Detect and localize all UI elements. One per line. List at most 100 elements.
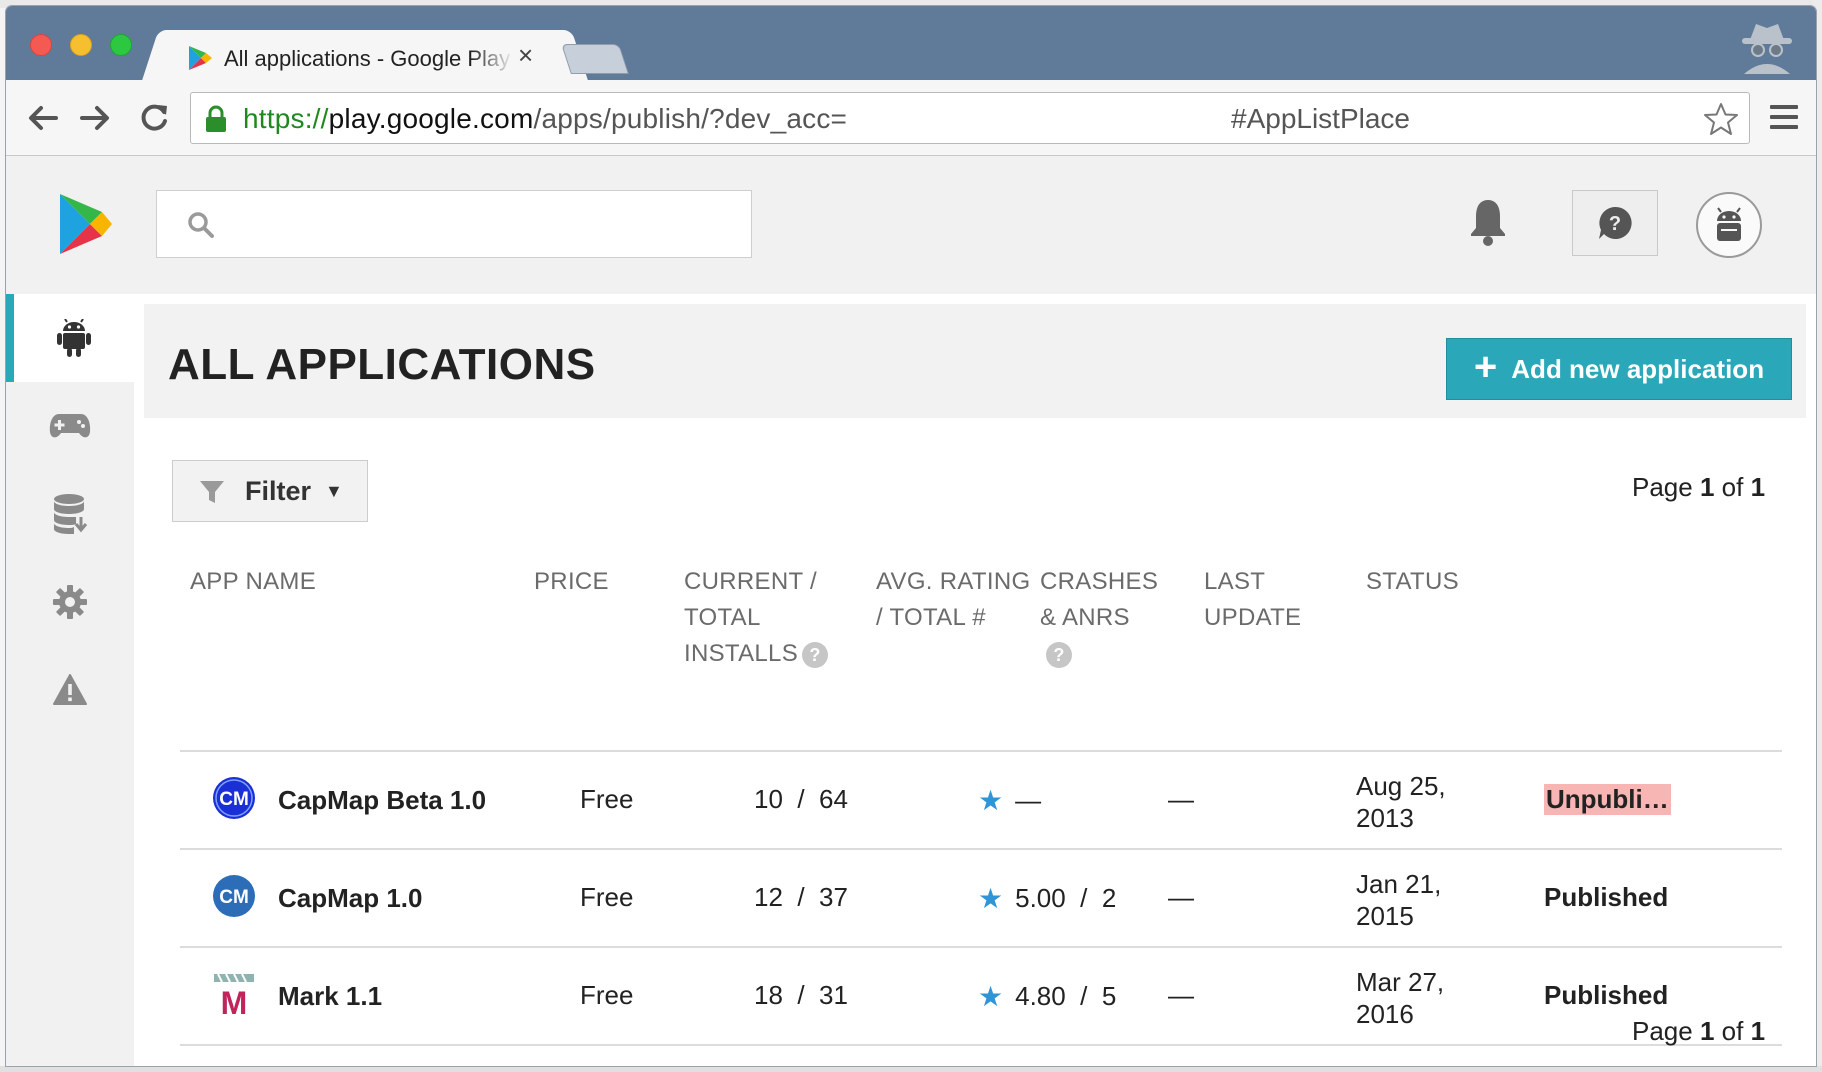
- crashes-help-icon[interactable]: ?: [1046, 641, 1072, 668]
- col-crashes-line1: CRASHES: [1040, 568, 1159, 595]
- capmap-app-icon: CM: [213, 875, 255, 917]
- filter-button[interactable]: Filter ▼: [172, 460, 368, 522]
- status-badge: Published: [1544, 882, 1669, 912]
- app-crashes: —: [1168, 980, 1194, 1010]
- col-header-price[interactable]: PRICE: [534, 564, 609, 600]
- address-bar[interactable]: https://play.google.com/apps/publish/?de…: [190, 92, 1750, 144]
- update-year: 2016: [1356, 999, 1414, 1029]
- page-content: ? ALL APPLICATIONS + Add new application…: [6, 156, 1816, 1066]
- col-installs-line1: CURRENT /: [684, 568, 817, 595]
- browser-tab-active[interactable]: All applications - Google Play Developer…: [166, 30, 564, 82]
- col-header-crashes[interactable]: CRASHES & ANRS ?: [1040, 564, 1158, 672]
- col-header-last-update[interactable]: LAST UPDATE: [1204, 564, 1301, 636]
- google-play-favicon-icon: [189, 46, 212, 70]
- col-header-rating[interactable]: AVG. RATING / TOTAL #: [876, 564, 1030, 636]
- chevron-down-icon: ▼: [325, 481, 343, 501]
- sidebar: [6, 294, 134, 1066]
- pager-top: Page 1 of 1: [1632, 472, 1765, 503]
- bell-icon[interactable]: [1468, 196, 1508, 246]
- mark-app-icon: M: [214, 973, 254, 1016]
- close-window-button[interactable]: [30, 34, 52, 56]
- help-button[interactable]: ?: [1572, 190, 1658, 256]
- update-date: Mar 27,: [1356, 967, 1445, 997]
- table-row[interactable]: CM CapMap Beta 1.0 Free 10 / 64 ★ — — Au…: [180, 752, 1782, 848]
- rating-star-icon: ★: [978, 785, 1004, 816]
- app-rating: ★ 5.00 / 2: [978, 882, 1116, 915]
- pager-of: of: [1721, 1016, 1744, 1046]
- forward-button[interactable]: [76, 98, 116, 138]
- rating-value: 4.80 / 5: [1015, 981, 1117, 1011]
- pager-prefix: Page: [1632, 472, 1693, 502]
- update-date: Aug 25,: [1356, 771, 1446, 801]
- col-header-installs[interactable]: CURRENT / TOTAL INSTALLS?: [684, 564, 828, 672]
- col-header-app-name[interactable]: APP NAME: [190, 564, 316, 600]
- sidebar-item-game-services[interactable]: [6, 382, 134, 470]
- pager-current: 1: [1699, 1016, 1715, 1046]
- minimize-window-button[interactable]: [70, 34, 92, 56]
- pager-prefix: Page: [1632, 1016, 1693, 1046]
- installs-help-icon[interactable]: ?: [802, 641, 828, 668]
- filter-label: Filter: [245, 476, 312, 506]
- android-avatar-icon: [1717, 207, 1741, 241]
- rating-star-icon: ★: [978, 883, 1004, 914]
- add-new-application-button[interactable]: + Add new application: [1446, 338, 1792, 400]
- sidebar-item-all-applications[interactable]: [6, 294, 134, 382]
- sidebar-item-settings[interactable]: [6, 558, 134, 646]
- col-installs-line3: INSTALLS: [684, 640, 798, 667]
- page-title: ALL APPLICATIONS: [168, 340, 596, 389]
- tab-close-icon[interactable]: ×: [518, 40, 533, 70]
- search-icon: [188, 212, 214, 238]
- table-row[interactable]: M Mark 1.1 Free 18 / 31 ★ 4.80 / 5 — Mar…: [180, 948, 1782, 1044]
- pager-current: 1: [1699, 472, 1715, 502]
- update-year: 2015: [1356, 901, 1414, 931]
- google-play-logo[interactable]: [56, 192, 114, 256]
- zoom-window-button[interactable]: [110, 34, 132, 56]
- app-crashes: —: [1168, 882, 1194, 912]
- add-new-application-label: Add new application: [1511, 353, 1765, 384]
- app-installs: 10 / 64: [754, 784, 848, 814]
- account-avatar[interactable]: [1696, 192, 1762, 258]
- status-badge: Published: [1544, 980, 1669, 1010]
- col-header-status[interactable]: STATUS: [1366, 564, 1459, 600]
- rating-value: —: [1015, 785, 1042, 815]
- col-price-label: PRICE: [534, 568, 609, 595]
- search-box[interactable]: [156, 190, 752, 258]
- app-rating: ★ —: [978, 784, 1041, 817]
- pager-of: of: [1721, 472, 1744, 502]
- desktop-bottom-strip: [0, 1066, 1822, 1072]
- app-name[interactable]: CapMap 1.0: [278, 883, 423, 914]
- rating-value: 5.00 / 2: [1015, 883, 1117, 913]
- col-update-line1: LAST: [1204, 568, 1266, 595]
- status-badge: Unpubli…: [1544, 784, 1671, 815]
- search-input[interactable]: [227, 205, 727, 245]
- table-row[interactable]: CM CapMap 1.0 Free 12 / 37 ★ 5.00 / 2 — …: [180, 850, 1782, 946]
- new-tab-button[interactable]: [561, 44, 629, 74]
- back-button[interactable]: [22, 98, 62, 138]
- bookmark-star-icon[interactable]: [1703, 101, 1739, 137]
- incognito-icon: [1742, 24, 1792, 74]
- warning-icon: [53, 674, 87, 705]
- title-bar: ALL APPLICATIONS + Add new application: [144, 304, 1806, 418]
- app-installs: 18 / 31: [754, 980, 848, 1010]
- back-arrow-icon: [29, 106, 58, 130]
- update-date: Jan 21,: [1356, 869, 1442, 899]
- app-last-update: Jan 21, 2015: [1356, 868, 1441, 932]
- app-price: Free: [580, 784, 634, 814]
- rating-star-icon: ★: [978, 981, 1004, 1012]
- funnel-icon: [200, 481, 224, 503]
- app-name[interactable]: CapMap Beta 1.0: [278, 785, 486, 816]
- tab-strip: All applications - Google Play Developer…: [6, 6, 1816, 82]
- url-hash: #AppListPlace: [1231, 103, 1411, 134]
- app-name[interactable]: Mark 1.1: [278, 981, 382, 1012]
- svg-text:CM: CM: [219, 789, 249, 810]
- sidebar-item-alerts[interactable]: [6, 646, 134, 734]
- col-installs-line2: TOTAL: [684, 604, 761, 631]
- sidebar-item-download-reports[interactable]: [6, 470, 134, 558]
- app-last-update: Mar 27, 2016: [1356, 966, 1444, 1030]
- reload-button[interactable]: [134, 98, 174, 138]
- row-divider: [180, 1044, 1782, 1046]
- tab-title: All applications - Google Play Developer…: [224, 46, 514, 71]
- app-price: Free: [580, 882, 634, 912]
- url-path: /apps/publish/?dev_acc=: [533, 103, 848, 134]
- browser-menu-icon[interactable]: [1768, 102, 1800, 132]
